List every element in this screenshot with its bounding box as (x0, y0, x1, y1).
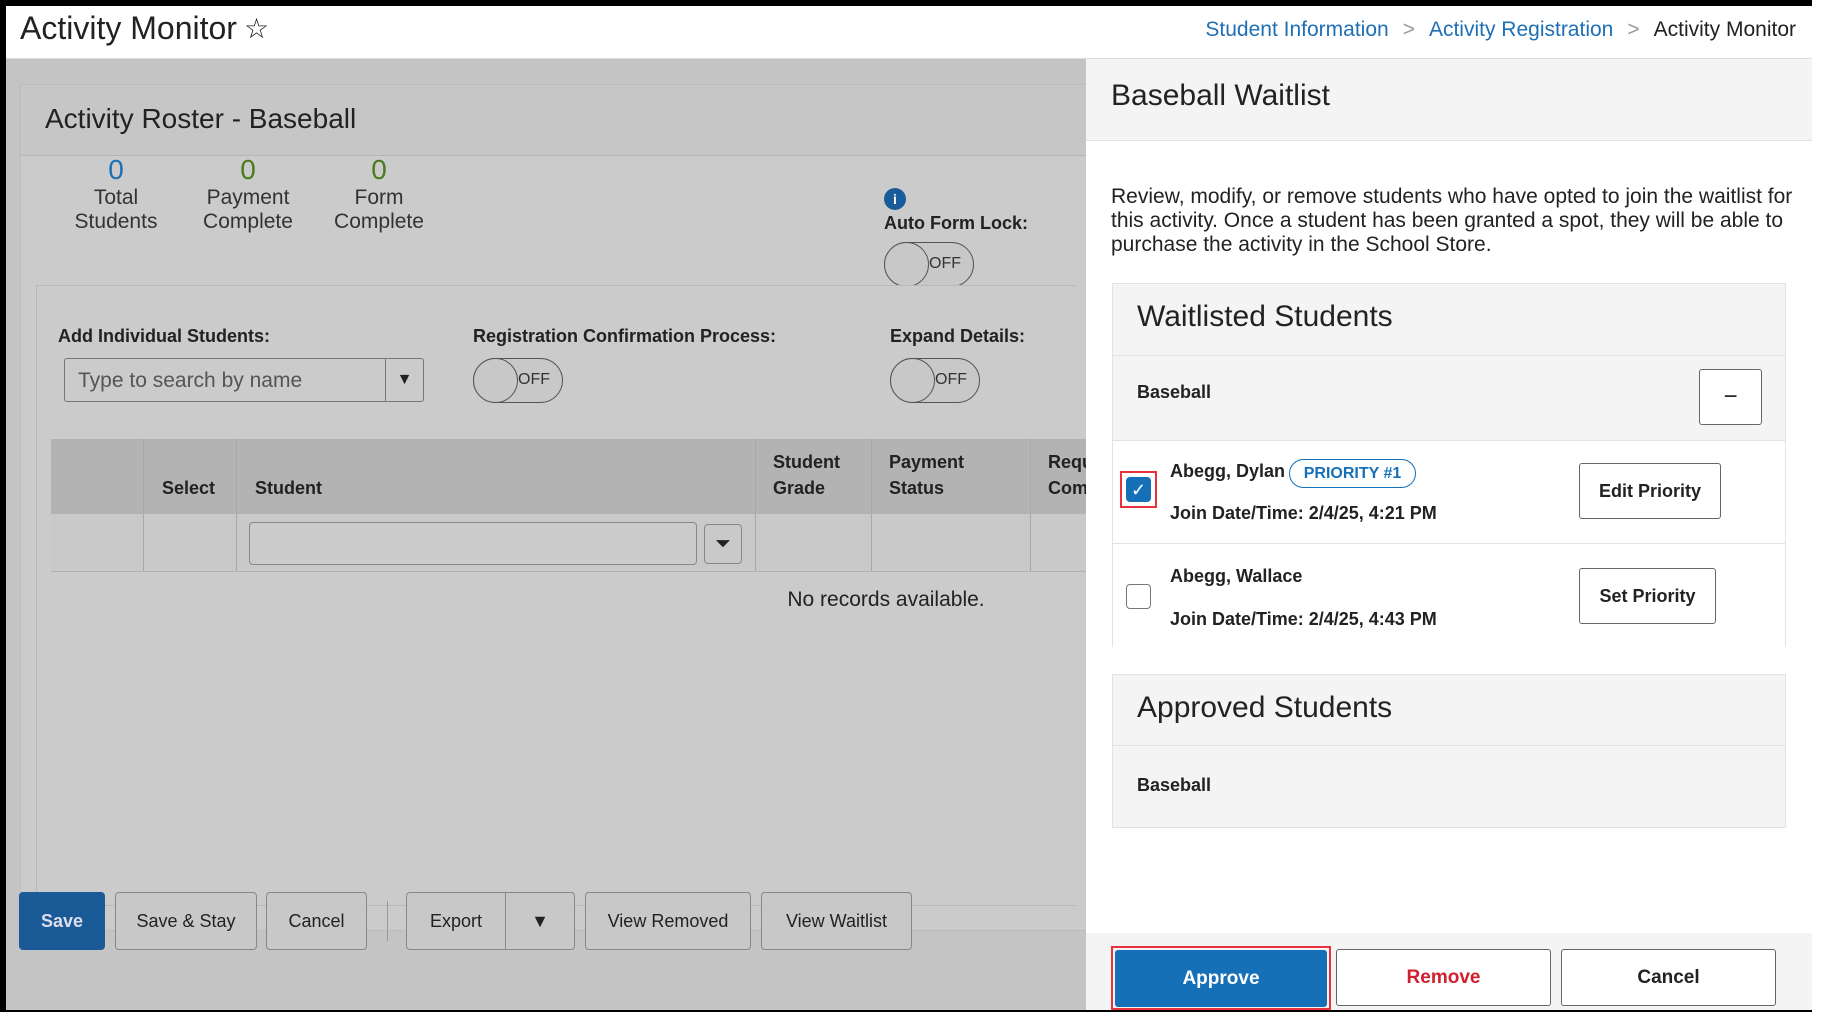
stat-form-complete: 0 Form Complete (334, 154, 424, 233)
breadcrumb-student-information[interactable]: Student Information (1205, 18, 1388, 42)
registration-confirmation-label: Registration Confirmation Process: (473, 326, 777, 346)
waitlist-description: Review, modify, or remove students who h… (1111, 185, 1793, 256)
list-item: Abegg, Wallace Join Date/Time: 2/4/25, 4… (1113, 543, 1785, 647)
cancel-button[interactable]: Cancel (1561, 949, 1776, 1006)
approved-heading: Approved Students (1137, 691, 1393, 724)
save-and-stay-button[interactable]: Save & Stay (115, 892, 257, 950)
student-search-input[interactable]: Type to search by name ▼ (64, 358, 424, 402)
info-icon[interactable]: i (884, 188, 906, 210)
export-dropdown-icon[interactable]: ▼ (505, 892, 575, 950)
waitlisted-students-card: Waitlisted Students Baseball − ✓ Abegg, … (1112, 283, 1786, 647)
priority-badge: PRIORITY #1 (1289, 459, 1416, 488)
expand-details-label: Expand Details: (890, 326, 1026, 346)
star-icon[interactable]: ☆ (244, 12, 269, 45)
student-name: Abegg, Dylan (1170, 461, 1286, 481)
roster-panel: Activity Roster - Baseball 0 Total Studen… (6, 59, 1090, 1010)
expand-details-toggle[interactable]: OFF (890, 358, 980, 403)
save-button[interactable]: Save (19, 892, 105, 950)
waitlist-title: Baseball Waitlist (1111, 79, 1330, 112)
join-date: Join Date/Time: 2/4/25, 4:43 PM (1170, 609, 1437, 629)
stat-total-students: 0 Total Students (74, 154, 158, 233)
chevron-right-icon: > (1402, 18, 1415, 41)
table-header: Select Student Student Grade Payment Sta… (51, 439, 1088, 514)
approve-button[interactable]: Approve (1115, 950, 1327, 1007)
column-student[interactable]: Student (255, 475, 322, 501)
divider (387, 901, 388, 941)
breadcrumb: Student Information > Activity Registrat… (1205, 18, 1796, 42)
stat-payment-complete: 0 Payment Complete (203, 154, 293, 233)
no-records-message: No records available. (787, 588, 985, 611)
auto-form-lock-label: Auto Form Lock: (884, 213, 1028, 233)
auto-form-lock-toggle[interactable]: OFF (884, 242, 974, 287)
list-item: ✓ Abegg, Dylan PRIORITY #1 Join Date/Tim… (1113, 440, 1785, 543)
page-title: Activity Monitor (20, 10, 237, 46)
waitlisted-heading: Waitlisted Students (1137, 300, 1393, 333)
column-payment-status[interactable]: Payment Status (889, 449, 979, 501)
breadcrumb-activity-registration[interactable]: Activity Registration (1429, 18, 1613, 42)
column-student-grade[interactable]: Student Grade (773, 449, 853, 501)
filter-icon[interactable]: ⏷ (704, 524, 742, 564)
breadcrumb-current: Activity Monitor (1653, 18, 1796, 41)
column-required-complete[interactable]: Requi Comp (1048, 449, 1088, 501)
export-button[interactable]: Export (406, 892, 506, 950)
student-filter-input[interactable] (249, 522, 697, 565)
chevron-right-icon: > (1627, 18, 1640, 41)
join-date: Join Date/Time: 2/4/25, 4:21 PM (1170, 503, 1437, 523)
cancel-roster-button[interactable]: Cancel (266, 892, 367, 950)
dropdown-arrow-icon[interactable]: ▼ (385, 359, 423, 401)
student-checkbox[interactable] (1126, 584, 1151, 609)
column-select[interactable]: Select (162, 475, 215, 501)
waitlist-panel: Baseball Waitlist Review, modify, or rem… (1086, 59, 1812, 1010)
collapse-button[interactable]: − (1699, 369, 1762, 425)
remove-button[interactable]: Remove (1336, 949, 1551, 1006)
student-name: Abegg, Wallace (1170, 566, 1303, 586)
view-waitlist-button[interactable]: View Waitlist (761, 892, 912, 950)
view-removed-button[interactable]: View Removed (585, 892, 751, 950)
approved-group: Baseball (1137, 775, 1212, 795)
add-students-label: Add Individual Students: (58, 326, 270, 346)
registration-confirmation-toggle[interactable]: OFF (473, 358, 563, 403)
roster-title: Activity Roster - Baseball (45, 103, 357, 134)
edit-priority-button[interactable]: Edit Priority (1579, 463, 1721, 519)
set-priority-button[interactable]: Set Priority (1579, 568, 1716, 624)
page-header: Activity Monitor ☆ Student Information >… (6, 6, 1812, 59)
student-checkbox-checked[interactable]: ✓ (1126, 477, 1151, 502)
waitlisted-group: Baseball (1137, 382, 1212, 402)
approved-students-card: Approved Students Baseball (1112, 674, 1786, 828)
